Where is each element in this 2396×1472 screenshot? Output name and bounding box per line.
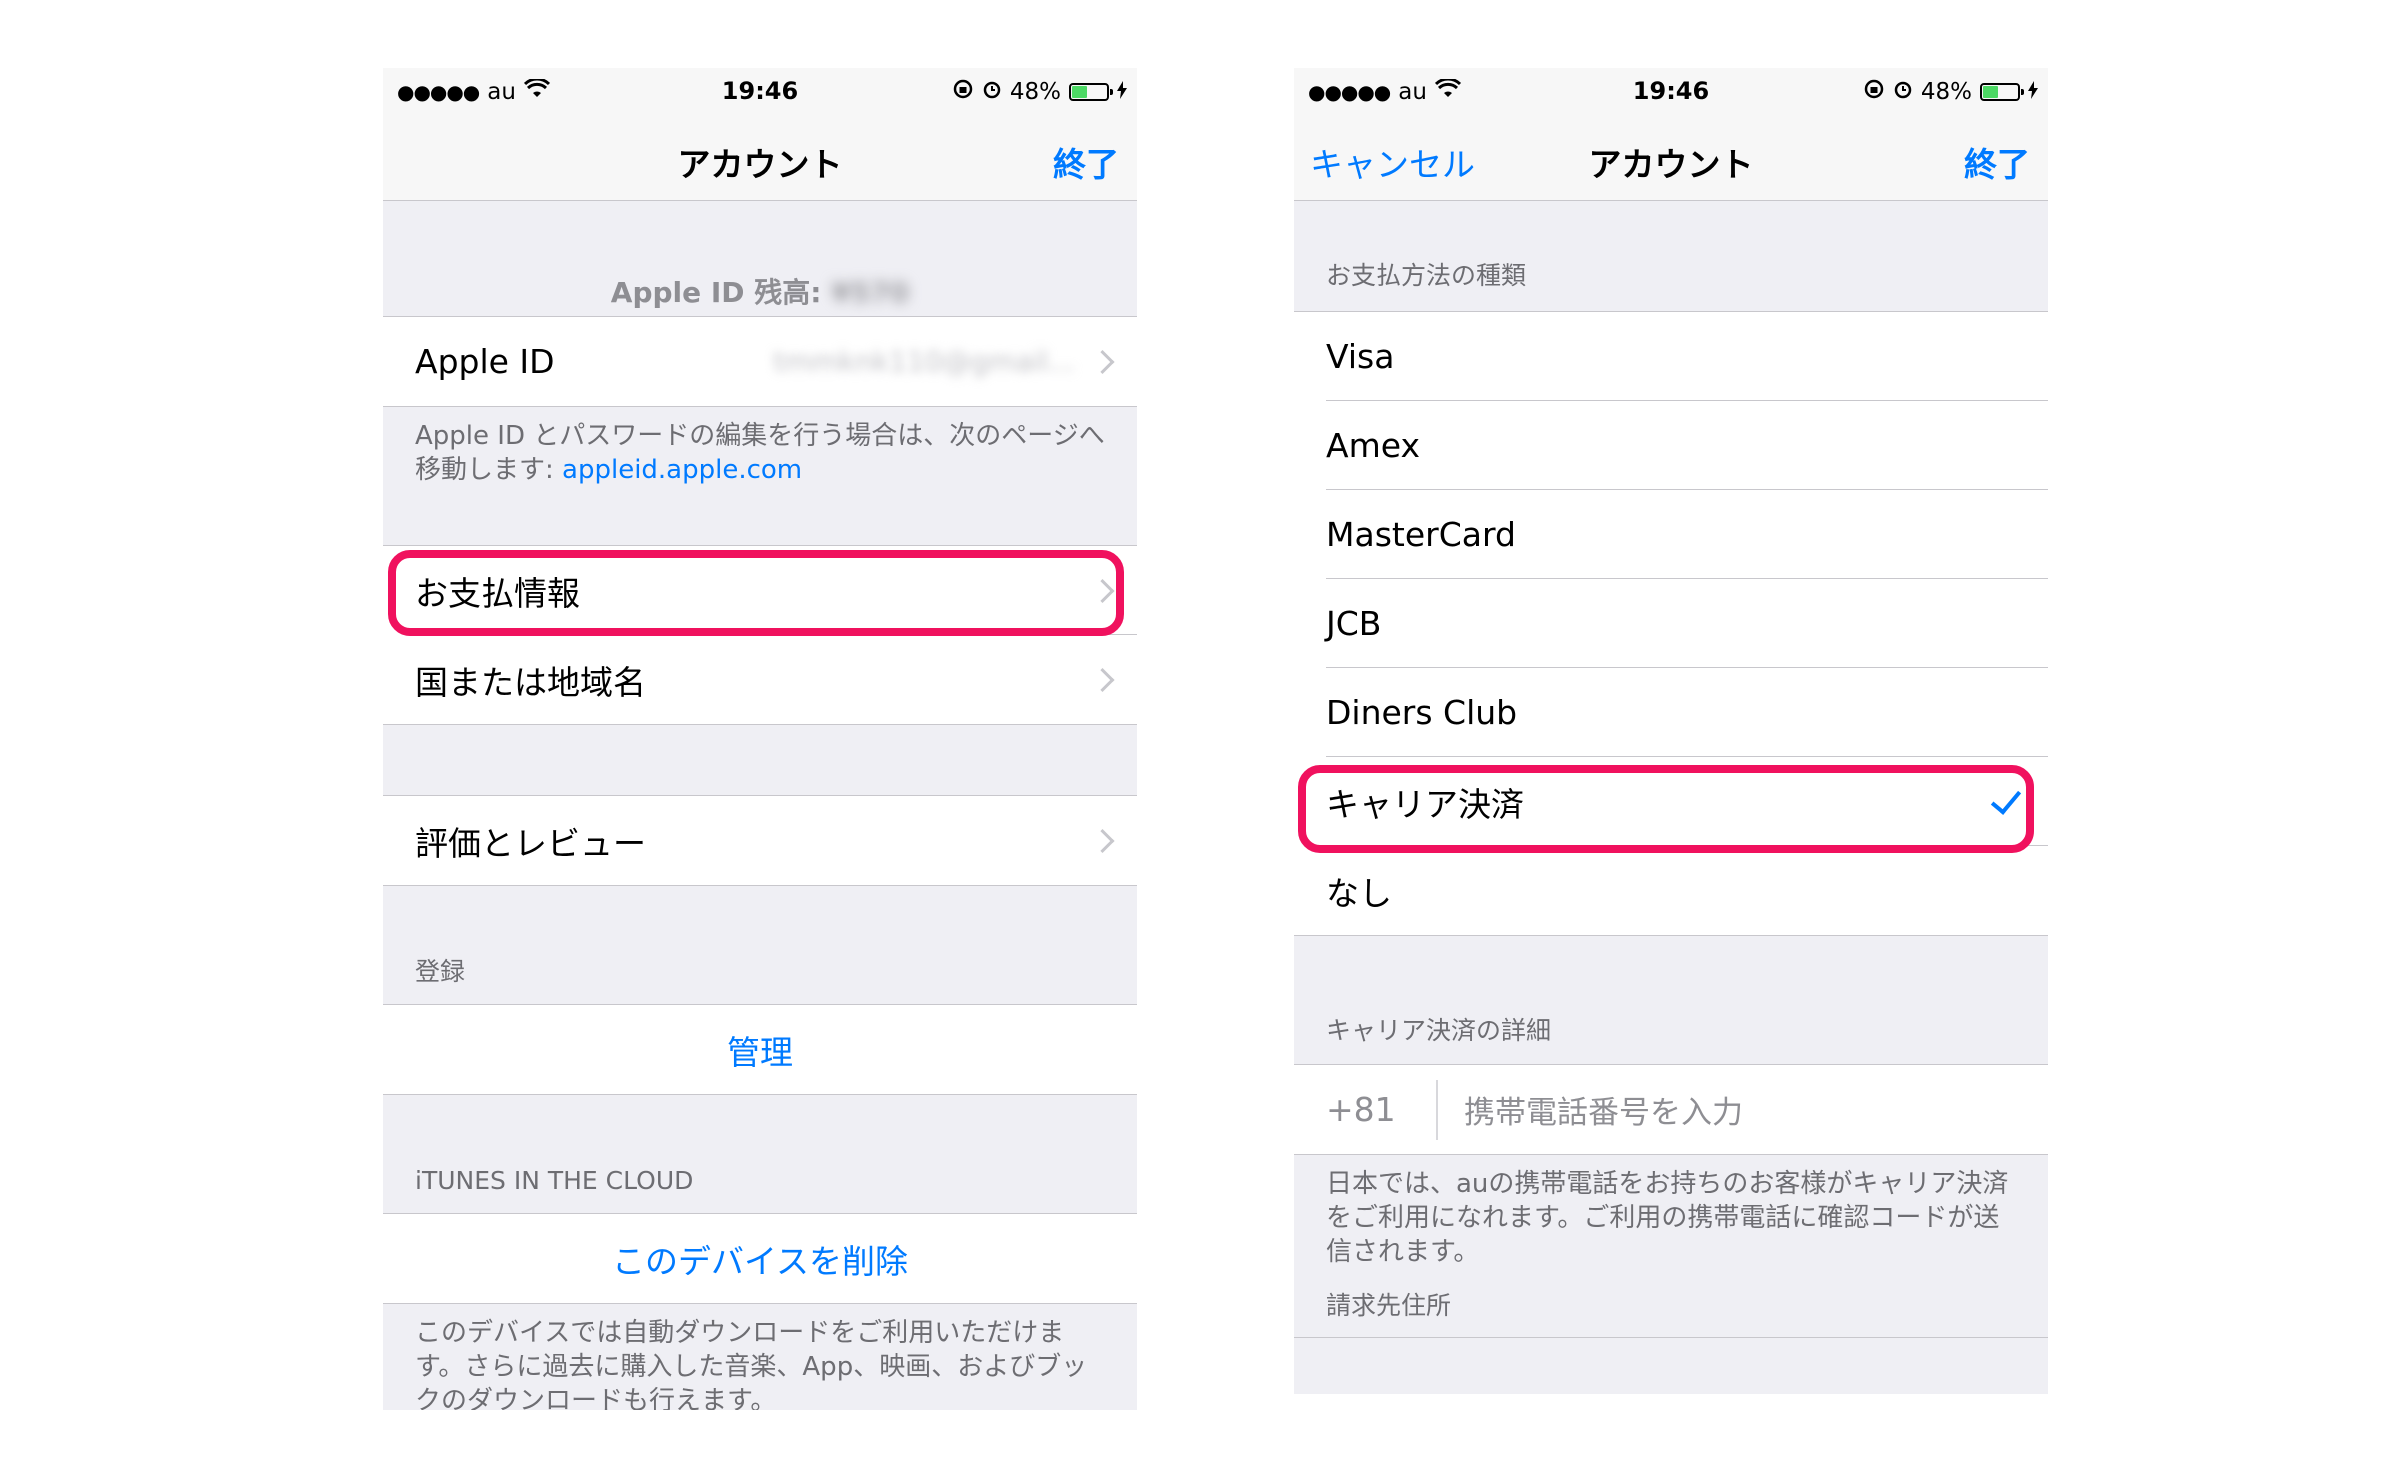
battery-icon bbox=[1980, 83, 2024, 101]
ratings-reviews-cell[interactable]: 評価とレビュー bbox=[383, 796, 1137, 885]
payment-type-label: MasterCard bbox=[1326, 515, 1516, 554]
battery-fill bbox=[1983, 86, 1999, 98]
phone-screen-payment: ●●●●● au 19:46 48% キャンセル アカウント 終了 お支払方法の… bbox=[1294, 68, 2048, 1394]
ratings-reviews-label: 評価とレビュー bbox=[415, 823, 646, 863]
billing-divider bbox=[1294, 1337, 2048, 1338]
balance-label: Apple ID 残高: bbox=[610, 276, 822, 309]
battery-percent: 48% bbox=[1009, 79, 1061, 105]
payment-type-item[interactable]: JCB bbox=[1294, 578, 2048, 668]
apple-id-value: tmmknk110@gmail... bbox=[773, 345, 1075, 378]
status-right: 48% bbox=[952, 78, 1127, 106]
payment-type-item[interactable]: Diners Club bbox=[1294, 667, 2048, 757]
section-gap bbox=[383, 725, 1137, 795]
payment-type-label: Diners Club bbox=[1326, 693, 1518, 732]
nav-title: アカウント bbox=[1588, 145, 1754, 184]
payment-type-label: Amex bbox=[1326, 426, 1420, 465]
phone-number-placeholder: 携帯電話番号を入力 bbox=[1464, 1095, 1743, 1131]
status-bar: ●●●●● au 19:46 48% bbox=[383, 68, 1137, 118]
battery-icon bbox=[1069, 83, 1113, 101]
alarm-icon bbox=[1893, 78, 1913, 106]
charging-icon bbox=[1117, 79, 1127, 105]
manage-button[interactable]: 管理 bbox=[383, 1005, 1137, 1094]
chevron-right-icon bbox=[1090, 349, 1115, 374]
payment-type-header: お支払方法の種類 bbox=[1326, 261, 1527, 290]
itunes-cloud-group: このデバイスを削除 bbox=[383, 1213, 1137, 1304]
chevron-right-icon bbox=[1090, 828, 1115, 853]
apple-id-label: Apple ID bbox=[415, 342, 555, 381]
carrier-billing-highlight bbox=[1298, 765, 2034, 853]
battery-percent: 48% bbox=[1920, 79, 1972, 105]
billing-address-header: 請求先住所 bbox=[1326, 1291, 1452, 1320]
appleid-link[interactable]: appleid.apple.com bbox=[562, 455, 802, 485]
charging-icon bbox=[2028, 79, 2038, 105]
payment-type-label: JCB bbox=[1326, 604, 1382, 643]
alarm-icon bbox=[982, 78, 1002, 106]
itunes-cloud-footer: このデバイスでは自動ダウンロードをご利用いただけます。さらに過去に購入した音楽、… bbox=[415, 1318, 1088, 1410]
itunes-cloud-header: iTUNES IN THE CLOUD bbox=[415, 1166, 694, 1195]
nav-bar: アカウント 終了 bbox=[383, 118, 1137, 201]
status-bar: ●●●●● au 19:46 48% bbox=[1294, 68, 2048, 118]
country-code-prefix: +81 bbox=[1326, 1079, 1438, 1140]
chevron-right-icon bbox=[1090, 667, 1115, 692]
balance-value: ¥570 bbox=[831, 276, 910, 309]
done-button[interactable]: 終了 bbox=[1964, 138, 2030, 186]
payment-info-highlight bbox=[388, 550, 1124, 636]
payment-type-item[interactable]: MasterCard bbox=[1294, 489, 2048, 579]
payment-type-item[interactable]: なし bbox=[1294, 845, 2048, 935]
status-right: 48% bbox=[1863, 78, 2038, 106]
balance-header: Apple ID 残高: ¥570 bbox=[383, 271, 1137, 316]
ratings-group: 評価とレビュー bbox=[383, 795, 1137, 886]
carrier-details-header: キャリア決済の詳細 bbox=[1326, 1016, 1552, 1045]
done-button[interactable]: 終了 bbox=[1053, 138, 1119, 186]
subscriptions-group: 管理 bbox=[383, 1004, 1137, 1095]
apple-id-footer: Apple ID とパスワードの編集を行う場合は、次のページへ移動します: ap… bbox=[383, 407, 1137, 545]
payment-type-label: なし bbox=[1326, 873, 1392, 913]
apple-id-cell[interactable]: Apple ID tmmknk110@gmail... bbox=[383, 317, 1137, 406]
rotation-lock-icon bbox=[952, 78, 974, 106]
payment-type-item[interactable]: Amex bbox=[1294, 400, 2048, 490]
nav-title: アカウント bbox=[677, 145, 843, 184]
nav-bar: キャンセル アカウント 終了 bbox=[1294, 118, 2048, 201]
phone-screen-account: ●●●●● au 19:46 48% アカウント 終了 Apple ID 残高: bbox=[383, 68, 1137, 1410]
phone-number-field[interactable]: +81 携帯電話番号を入力 bbox=[1294, 1065, 2048, 1154]
country-region-label: 国または地域名 bbox=[415, 662, 646, 702]
country-region-cell[interactable]: 国または地域名 bbox=[383, 634, 1137, 724]
subscriptions-header: 登録 bbox=[415, 957, 466, 986]
carrier-details-group: +81 携帯電話番号を入力 bbox=[1294, 1064, 2048, 1155]
payment-type-item[interactable]: Visa bbox=[1294, 312, 2048, 401]
remove-device-button[interactable]: このデバイスを削除 bbox=[383, 1214, 1137, 1303]
rotation-lock-icon bbox=[1863, 78, 1885, 106]
carrier-details-footer: 日本では、auの携帯電話をお持ちのお客様がキャリア決済をご利用になれます。ご利用… bbox=[1326, 1169, 2009, 1267]
section-gap bbox=[383, 201, 1137, 271]
payment-type-label: Visa bbox=[1326, 337, 1395, 376]
battery-fill bbox=[1072, 86, 1088, 98]
apple-id-group: Apple ID tmmknk110@gmail... bbox=[383, 316, 1137, 407]
